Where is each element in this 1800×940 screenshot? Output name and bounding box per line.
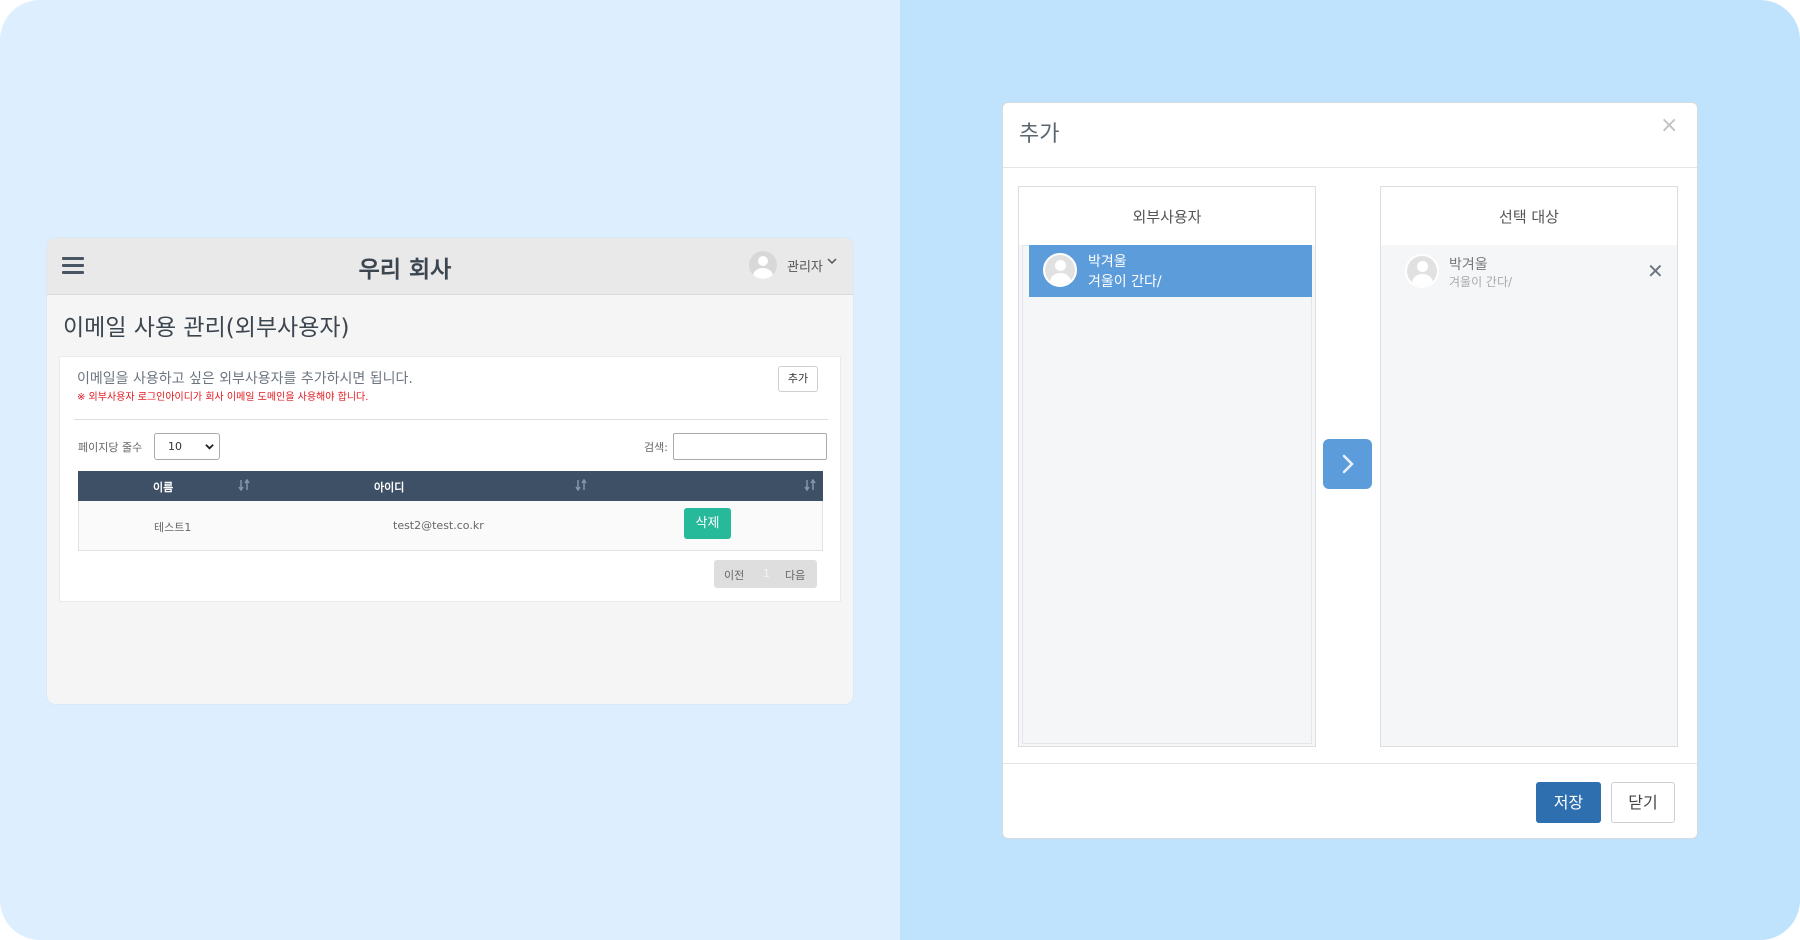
delete-button[interactable]: 삭제 <box>684 508 731 539</box>
users-table: 이름 아이디 테스트1 test2@test.co.kr 삭제 <box>78 471 823 551</box>
pagination-prev[interactable]: 이전 <box>724 567 744 583</box>
search-input[interactable] <box>673 433 827 460</box>
sort-icon[interactable] <box>575 478 587 494</box>
menu-icon[interactable] <box>62 257 84 275</box>
move-right-button[interactable] <box>1323 439 1372 489</box>
pane-title: 외부사용자 <box>1019 187 1315 245</box>
background: 우리 회사 관리자 이메일 사용 관리(외부사용자) 이메일을 사용하고 싶은 … <box>0 0 1800 940</box>
user-status: 겨울이 간다/ <box>1088 274 1162 290</box>
warning-text: ※ 외부사용자 로그인아이디가 회사 이메일 도메인을 사용해야 합니다. <box>77 392 369 403</box>
user-avatar-icon <box>1043 253 1077 287</box>
info-text: 이메일을 사용하고 싶은 외부사용자를 추가하시면 됩니다. <box>77 371 413 387</box>
chevron-right-icon <box>1342 454 1354 474</box>
column-header-id[interactable]: 아이디 <box>374 479 404 495</box>
user-name: 박겨울 <box>1088 254 1127 270</box>
pagination: 이전 1 다음 <box>714 560 817 588</box>
selected-list-item: 박겨울 겨울이 간다/ ✕ <box>1381 245 1677 301</box>
user-avatar-icon[interactable] <box>749 251 777 279</box>
sort-icon[interactable] <box>238 478 250 494</box>
user-name: 박겨울 <box>1449 257 1488 273</box>
close-icon[interactable]: × <box>1660 113 1678 138</box>
column-header-name[interactable]: 이름 <box>153 479 173 495</box>
user-status: 겨울이 간다/ <box>1449 275 1513 289</box>
per-page-select[interactable]: 10 <box>154 433 220 460</box>
admin-app-window: 우리 회사 관리자 이메일 사용 관리(외부사용자) 이메일을 사용하고 싶은 … <box>47 238 853 704</box>
user-menu-label[interactable]: 관리자 <box>787 256 823 275</box>
app-header: 우리 회사 관리자 <box>47 238 853 295</box>
pane-title: 선택 대상 <box>1381 187 1677 245</box>
modal-title: 추가 <box>1019 122 1060 147</box>
cell-id: test2@test.co.kr <box>393 519 484 532</box>
add-modal: 추가 × 외부사용자 박겨울 겨울이 간다/ 선택 대상 박겨울 겨울이 간다/… <box>1002 102 1698 839</box>
table-header: 이름 아이디 <box>78 471 823 501</box>
table-row: 테스트1 test2@test.co.kr 삭제 <box>78 501 823 551</box>
chevron-down-icon[interactable] <box>827 256 837 269</box>
selected-pane: 선택 대상 박겨울 겨울이 간다/ ✕ <box>1380 186 1678 747</box>
divider <box>1003 167 1697 168</box>
per-page-label: 페이지당 줄수 <box>78 441 143 454</box>
content-card: 이메일을 사용하고 싶은 외부사용자를 추가하시면 됩니다. ※ 외부사용자 로… <box>59 356 841 602</box>
close-button[interactable]: 닫기 <box>1611 782 1675 823</box>
divider <box>74 419 828 420</box>
external-users-pane: 외부사용자 박겨울 겨울이 간다/ <box>1018 186 1316 747</box>
page-title: 이메일 사용 관리(외부사용자) <box>63 315 350 341</box>
user-avatar-icon <box>1405 254 1439 288</box>
remove-icon[interactable]: ✕ <box>1647 259 1664 283</box>
user-list <box>1022 245 1312 744</box>
cell-name: 테스트1 <box>154 521 192 534</box>
app-title: 우리 회사 <box>358 257 452 283</box>
divider <box>1003 763 1697 764</box>
search-label: 검색: <box>644 441 668 454</box>
add-button[interactable]: 추가 <box>778 366 818 392</box>
chevron-down-icon <box>205 434 214 462</box>
per-page-value: 10 <box>168 440 182 453</box>
pagination-page[interactable]: 1 <box>763 567 770 580</box>
save-button[interactable]: 저장 <box>1536 782 1601 823</box>
user-list-item[interactable]: 박겨울 겨울이 간다/ <box>1029 245 1312 297</box>
sort-icon[interactable] <box>804 478 816 494</box>
pagination-next[interactable]: 다음 <box>785 567 805 583</box>
